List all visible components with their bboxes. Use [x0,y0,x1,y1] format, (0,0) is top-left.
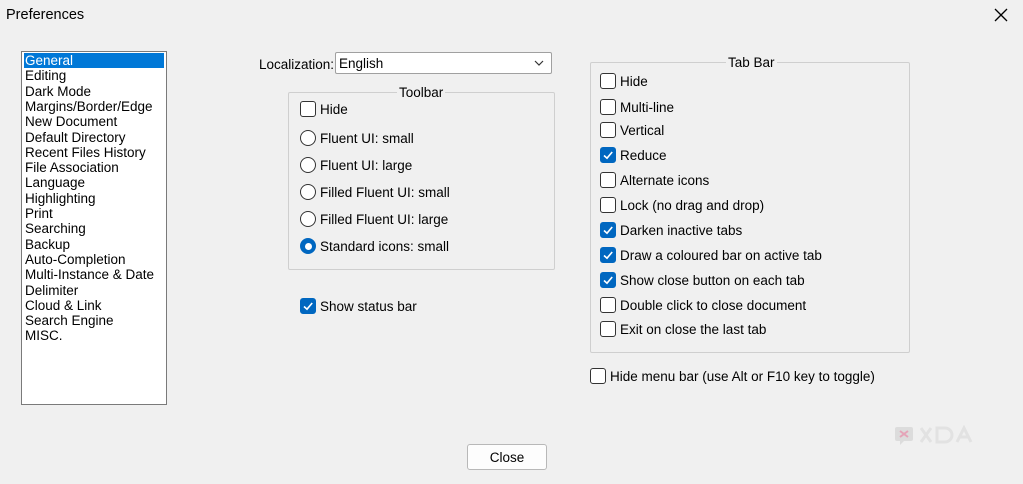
toolbar-fluent-large-radio[interactable]: Fluent UI: large [300,157,412,173]
tab-bar-option-label: Reduce [620,147,667,163]
sidebar-item-recent-files[interactable]: Recent Files History [24,145,164,160]
checkbox-box [300,101,316,117]
sidebar-item-delimiter[interactable]: Delimiter [24,283,164,298]
sidebar-item-highlighting[interactable]: Highlighting [24,191,164,206]
sidebar-item-editing[interactable]: Editing [24,68,164,83]
tab-bar-coloured-bar-checkbox[interactable]: Draw a coloured bar on active tab [600,247,822,263]
radio-circle [300,211,316,227]
hide-menu-bar-checkbox[interactable]: Hide menu bar (use Alt or F10 key to tog… [590,368,875,384]
sidebar-item-auto-completion[interactable]: Auto-Completion [24,252,164,267]
toolbar-option-label: Filled Fluent UI: small [320,184,450,200]
tab-bar-hide-checkbox[interactable]: Hide [600,73,648,89]
checkbox-box [600,172,616,188]
tab-bar-option-label: Vertical [620,122,665,138]
checkmark-icon [600,147,616,163]
sidebar-item-cloud-link[interactable]: Cloud & Link [24,298,164,313]
toolbar-option-label: Filled Fluent UI: large [320,211,449,227]
sidebar-item-language[interactable]: Language [24,175,164,190]
toolbar-standard-small-radio[interactable]: Standard icons: small [300,238,449,254]
tab-bar-option-label: Darken inactive tabs [620,222,743,238]
toolbar-hide-checkbox[interactable]: Hide [300,101,348,117]
show-status-bar-label: Show status bar [320,298,417,314]
checkmark-icon [600,222,616,238]
sidebar-item-general[interactable]: General [24,53,164,68]
tab-bar-option-label: Double click to close document [620,297,807,313]
checkbox-box [600,99,616,115]
close-icon[interactable] [988,2,1014,28]
toolbar-option-label: Fluent UI: large [320,157,413,173]
localization-value: English [339,56,384,71]
sidebar-item-margins[interactable]: Margins/Border/Edge [24,99,164,114]
sidebar-item-multi-instance[interactable]: Multi-Instance & Date [24,267,164,282]
toolbar-fluent-small-radio[interactable]: Fluent UI: small [300,130,414,146]
checkmark-icon [300,298,316,314]
localization-label: Localization: [259,57,335,72]
sidebar-item-print[interactable]: Print [24,206,164,221]
close-button[interactable]: Close [467,444,547,470]
checkmark-icon [600,272,616,288]
sidebar-item-backup[interactable]: Backup [24,237,164,252]
show-status-bar-checkbox[interactable]: Show status bar [300,298,417,314]
chevron-down-icon [534,60,544,66]
toolbar-option-label: Fluent UI: small [320,130,414,146]
tab-bar-multi-line-checkbox[interactable]: Multi-line [600,99,674,115]
hide-menu-bar-label: Hide menu bar (use Alt or F10 key to tog… [610,368,875,384]
tab-bar-option-label: Show close button on each tab [620,272,805,288]
checkbox-box [600,122,616,138]
tab-bar-exit-on-close-last-tab-checkbox[interactable]: Exit on close the last tab [600,321,766,337]
checkmark-icon [600,247,616,263]
tab-bar-group-title: Tab Bar [726,55,777,70]
category-list[interactable]: General Editing Dark Mode Margins/Border… [21,51,167,405]
sidebar-item-searching[interactable]: Searching [24,221,164,236]
toolbar-hide-label: Hide [320,101,348,117]
radio-circle [300,157,316,173]
tab-bar-reduce-checkbox[interactable]: Reduce [600,147,667,163]
tab-bar-vertical-checkbox[interactable]: Vertical [600,122,664,138]
xda-logo [895,424,973,445]
sidebar-item-default-directory[interactable]: Default Directory [24,130,164,145]
sidebar-item-file-association[interactable]: File Association [24,160,164,175]
checkbox-box [590,368,606,384]
radio-circle-checked [300,238,316,254]
toolbar-group-title: Toolbar [397,85,446,100]
tab-bar-option-label: Hide [620,73,648,89]
title-bar [0,0,1023,32]
tab-bar-lock-checkbox[interactable]: Lock (no drag and drop) [600,197,764,213]
radio-circle [300,130,316,146]
sidebar-item-dark-mode[interactable]: Dark Mode [24,84,164,99]
localization-select[interactable]: English [335,52,552,74]
toolbar-filled-small-radio[interactable]: Filled Fluent UI: small [300,184,450,200]
tab-bar-alternate-icons-checkbox[interactable]: Alternate icons [600,172,709,188]
checkbox-box [600,73,616,89]
sidebar-item-new-document[interactable]: New Document [24,114,164,129]
tab-bar-close-button-each-tab-checkbox[interactable]: Show close button on each tab [600,272,805,288]
sidebar-item-search-engine[interactable]: Search Engine [24,313,164,328]
radio-circle [300,184,316,200]
tab-bar-double-click-close-checkbox[interactable]: Double click to close document [600,297,806,313]
tab-bar-option-label: Lock (no drag and drop) [620,197,765,213]
tab-bar-option-label: Draw a coloured bar on active tab [620,247,822,263]
window-title: Preferences [6,7,85,23]
tab-bar-darken-inactive-tabs-checkbox[interactable]: Darken inactive tabs [600,222,742,238]
checkbox-box [600,197,616,213]
tab-bar-option-label: Exit on close the last tab [620,321,767,337]
checkbox-box [600,297,616,313]
toolbar-filled-large-radio[interactable]: Filled Fluent UI: large [300,211,448,227]
checkbox-box [600,321,616,337]
tab-bar-option-label: Multi-line [620,99,675,115]
tab-bar-option-label: Alternate icons [620,172,710,188]
sidebar-item-misc[interactable]: MISC. [24,328,164,343]
toolbar-option-label: Standard icons: small [320,238,450,254]
